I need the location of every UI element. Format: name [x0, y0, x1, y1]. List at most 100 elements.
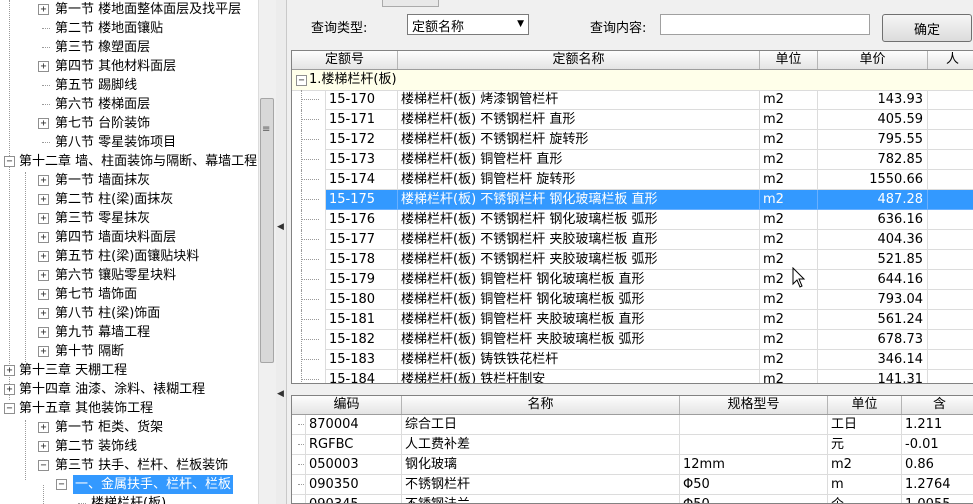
tree-node[interactable]: + 第二节 柱(梁)面抹灰: [0, 190, 258, 209]
group-row[interactable]: − 1.楼梯栏杆(板): [292, 70, 973, 91]
tree-node[interactable]: − 第十五章 其他装饰工程: [0, 399, 258, 418]
quota-row[interactable]: 15-170 楼梯栏杆(板) 烤漆钢管栏杆 m2 143.93: [292, 90, 973, 110]
minus-icon[interactable]: −: [38, 460, 49, 471]
tree-node[interactable]: 楼梯栏杆(板): [0, 494, 258, 504]
plus-icon[interactable]: +: [38, 4, 49, 15]
tree-node[interactable]: + 第八节 柱(梁)饰面: [0, 304, 258, 323]
material-column-header[interactable]: 单位: [828, 396, 902, 414]
plus-icon[interactable]: +: [38, 289, 49, 300]
tree-node[interactable]: 第二节 楼地面镶贴: [0, 19, 258, 38]
query-content-input[interactable]: [660, 14, 870, 35]
quota-name-cell: 楼梯栏杆(板) 不锈钢栏杆 钢化玻璃栏板 弧形: [398, 210, 760, 230]
tree-node[interactable]: + 第十三章 天棚工程: [0, 361, 258, 380]
plus-icon[interactable]: +: [38, 175, 49, 186]
plus-icon[interactable]: +: [38, 213, 49, 224]
quota-row[interactable]: 15-181 楼梯栏杆(板) 铜管栏杆 夹胶玻璃栏板 直形 m2 561.24: [292, 310, 973, 330]
quota-row[interactable]: 15-178 楼梯栏杆(板) 不锈钢栏杆 夹胶玻璃栏板 弧形 m2 521.85: [292, 250, 973, 270]
tree-node[interactable]: 第八节 零星装饰项目: [0, 133, 258, 152]
material-row[interactable]: 870004 综合工日 工日 1.211: [292, 415, 973, 435]
tree-node[interactable]: 第三节 橡塑面层: [0, 38, 258, 57]
quota-column-header[interactable]: 人: [928, 51, 973, 69]
material-column-header[interactable]: 名称: [402, 396, 680, 414]
tree-node[interactable]: − 一、金属扶手、栏杆、栏板: [0, 475, 258, 494]
tree-node[interactable]: + 第五节 柱(梁)面镶贴块料: [0, 247, 258, 266]
tree-node[interactable]: + 第一节 墙面抹灰: [0, 171, 258, 190]
tree-node[interactable]: + 第四节 其他材料面层: [0, 57, 258, 76]
material-unit-cell: 个: [828, 495, 902, 503]
minus-icon[interactable]: −: [4, 403, 15, 414]
tree-node[interactable]: + 第四节 墙面块料面层: [0, 228, 258, 247]
quota-row[interactable]: 15-173 楼梯栏杆(板) 铜管栏杆 直形 m2 782.85: [292, 150, 973, 170]
collapse-left-icon[interactable]: ◀: [277, 222, 284, 232]
quota-table[interactable]: 定额号 定额名称 单位 单价人 − 1.楼梯栏杆(板) 15-170 楼梯栏杆(板) 烤…: [291, 50, 973, 384]
plus-icon[interactable]: +: [38, 441, 49, 452]
plus-icon[interactable]: +: [38, 251, 49, 262]
plus-icon[interactable]: +: [38, 270, 49, 281]
splitter-bar[interactable]: [291, 384, 973, 395]
quota-row[interactable]: 15-184 楼梯栏杆(板) 铁栏杆制安 m2 141.31: [292, 370, 973, 383]
quota-column-header[interactable]: 定额名称: [398, 51, 760, 69]
plus-icon[interactable]: +: [38, 232, 49, 243]
quota-row[interactable]: 15-174 楼梯栏杆(板) 铜管栏杆 旋转形 m2 1550.66: [292, 170, 973, 190]
quota-row[interactable]: 15-179 楼梯栏杆(板) 铜管栏杆 钢化玻璃栏板 直形 m2 644.16: [292, 270, 973, 290]
plus-icon[interactable]: +: [38, 194, 49, 205]
quota-row[interactable]: 15-171 楼梯栏杆(板) 不锈钢栏杆 直形 m2 405.59: [292, 110, 973, 130]
quota-row[interactable]: 15-176 楼梯栏杆(板) 不锈钢栏杆 钢化玻璃栏板 弧形 m2 636.16: [292, 210, 973, 230]
tree-connector-cell: [292, 250, 326, 270]
tree-connector: [301, 219, 319, 220]
tree-node[interactable]: − 第三节 扶手、栏杆、栏板装饰: [0, 456, 258, 475]
plus-icon[interactable]: +: [38, 118, 49, 129]
tree-node[interactable]: + 第七节 墙饰面: [0, 285, 258, 304]
material-table[interactable]: 编码 名称 规格型号 单位含 870004 综合工日 工日 1.211 RGFBC 人工费补差 元…: [291, 395, 973, 504]
tree-scrollbar-thumb[interactable]: [260, 98, 274, 363]
minus-icon[interactable]: −: [4, 156, 15, 167]
material-column-header[interactable]: 规格型号: [680, 396, 828, 414]
material-row[interactable]: 090345不锈钢法兰Φ50个1.0055: [292, 495, 973, 503]
material-row[interactable]: RGFBC 人工费补差 元 -0.01: [292, 435, 973, 455]
quota-row[interactable]: 15-177 楼梯栏杆(板) 不锈钢栏杆 夹胶玻璃栏板 直形 m2 404.36: [292, 230, 973, 250]
plus-icon[interactable]: +: [4, 384, 15, 395]
quota-row[interactable]: 15-183 楼梯栏杆(板) 铸铁铁花栏杆 m2 346.14: [292, 350, 973, 370]
panel-splitter[interactable]: ◀ ◀: [276, 0, 287, 504]
tree-node[interactable]: + 第七节 台阶装饰: [0, 114, 258, 133]
mouse-cursor-icon: [792, 267, 806, 288]
quota-row[interactable]: 15-172 楼梯栏杆(板) 不锈钢栏杆 旋转形 m2 795.55: [292, 130, 973, 150]
quota-column-header[interactable]: 单价: [818, 51, 928, 69]
plus-icon[interactable]: +: [38, 346, 49, 357]
quota-column-header[interactable]: 单位: [760, 51, 818, 69]
quota-row[interactable]: 15-175 楼梯栏杆(板) 不锈钢栏杆 钢化玻璃栏板 直形 m2 487.28: [292, 190, 973, 210]
material-column-header[interactable]: 含: [902, 396, 973, 414]
chapter-tree[interactable]: + 第一节 楼地面整体面层及找平层 第二节 楼地面镶贴 第三节 橡塑面层 + 第四节 其他…: [0, 0, 258, 504]
tree-node[interactable]: + 第三节 零星抹灰: [0, 209, 258, 228]
tree-node[interactable]: + 第六节 镶贴零星块料: [0, 266, 258, 285]
query-type-select[interactable]: 定额名称 ▼: [407, 14, 529, 35]
tree-node[interactable]: 第五节 踢脚线: [0, 76, 258, 95]
tree-node[interactable]: 第六节 楼梯面层: [0, 95, 258, 114]
chevron-down-icon[interactable]: ▼: [517, 19, 524, 29]
plus-icon[interactable]: +: [38, 308, 49, 319]
plus-icon[interactable]: +: [4, 365, 15, 376]
material-column-header[interactable]: 编码: [292, 396, 402, 414]
confirm-button[interactable]: 确定: [882, 14, 972, 42]
collapse-left-icon-lower[interactable]: ◀: [277, 389, 284, 399]
minus-icon[interactable]: −: [56, 479, 67, 490]
plus-icon[interactable]: +: [38, 422, 49, 433]
minus-icon[interactable]: −: [296, 75, 307, 86]
tree-node[interactable]: + 第一节 柜类、货架: [0, 418, 258, 437]
tree-node[interactable]: + 第十节 隔断: [0, 342, 258, 361]
tree-connector-cell: [292, 110, 326, 130]
tree-node[interactable]: + 第九节 幕墙工程: [0, 323, 258, 342]
tree-node-label: 第四节 墙面块料面层: [55, 230, 177, 245]
tree-node[interactable]: + 第十四章 油漆、涂料、裱糊工程: [0, 380, 258, 399]
material-row[interactable]: 050003 钢化玻璃 12mm m2 0.86: [292, 455, 973, 475]
material-row[interactable]: 090350 不锈钢栏杆 Φ50 m 1.2764: [292, 475, 973, 495]
quota-row[interactable]: 15-180 楼梯栏杆(板) 铜管栏杆 钢化玻璃栏板 弧形 m2 793.04: [292, 290, 973, 310]
tree-node[interactable]: + 第二节 装饰线: [0, 437, 258, 456]
quota-row[interactable]: 15-182 楼梯栏杆(板) 铜管栏杆 夹胶玻璃栏板 弧形 m2 678.73: [292, 330, 973, 350]
quota-column-header[interactable]: 定额号: [292, 51, 398, 69]
tree-node[interactable]: − 第十二章 墙、柱面装饰与隔断、幕墙工程: [0, 152, 258, 171]
tree-scrollbar[interactable]: ≡: [258, 0, 276, 504]
plus-icon[interactable]: +: [38, 61, 49, 72]
tree-node[interactable]: + 第一节 楼地面整体面层及找平层: [0, 0, 258, 19]
plus-icon[interactable]: +: [38, 327, 49, 338]
